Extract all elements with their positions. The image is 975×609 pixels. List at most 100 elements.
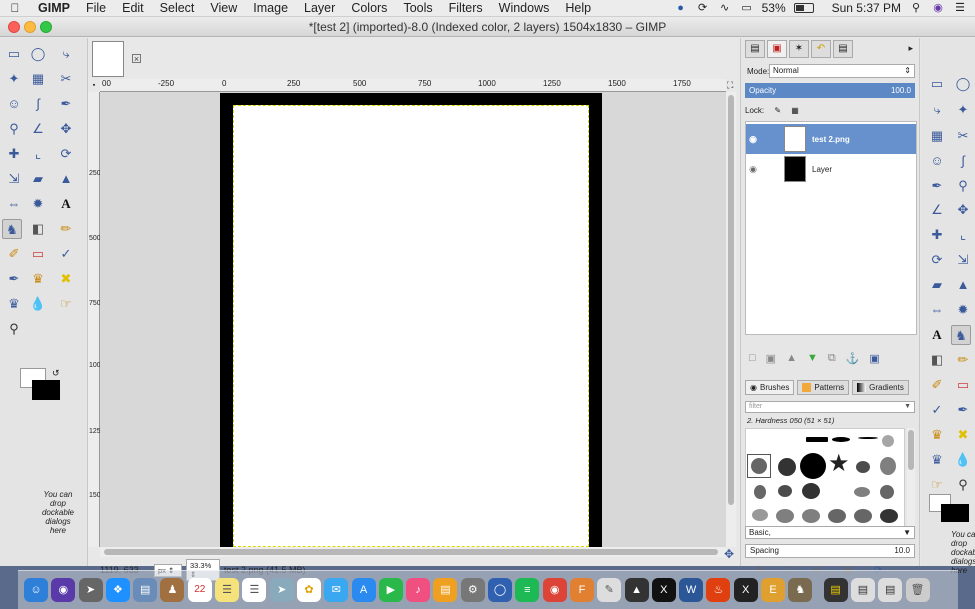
image-canvas[interactable] <box>100 92 726 547</box>
heal-icon[interactable]: ✖ <box>953 425 973 445</box>
paths-tab[interactable]: ✶ <box>789 40 809 58</box>
blur-icon[interactable]: 💧 <box>28 294 48 314</box>
ellipse-select-icon[interactable]: ◯ <box>28 44 48 64</box>
wifi-icon[interactable]: ∿ <box>718 2 732 14</box>
brush-swatch[interactable] <box>880 509 898 523</box>
opacity-slider[interactable]: Opacity 100.0 <box>745 83 915 98</box>
eraser-icon[interactable]: ▭ <box>953 375 973 395</box>
brush-swatch[interactable] <box>858 437 878 439</box>
foreground-select-icon[interactable]: ☺ <box>4 94 24 114</box>
maximize-window-button[interactable] <box>40 21 52 33</box>
dodge-burn-icon[interactable]: ⚲ <box>4 319 24 339</box>
scale-icon[interactable]: ⇲ <box>953 250 973 270</box>
eye-icon[interactable]: ◉ <box>746 164 760 175</box>
rect-select-icon[interactable]: ▭ <box>4 44 24 64</box>
brush-swatch[interactable] <box>880 485 894 499</box>
ink-icon[interactable]: ✒ <box>953 400 973 420</box>
brush-swatch[interactable] <box>856 461 870 473</box>
brush-swatch[interactable] <box>800 453 826 479</box>
apple-icon[interactable]:  <box>0 1 30 15</box>
menu-layer[interactable]: Layer <box>296 1 343 15</box>
textedit-icon[interactable]: ✎ <box>597 578 622 602</box>
ellipse-select-icon[interactable]: ◯ <box>953 74 973 94</box>
lock-alpha-icon[interactable]: ▦ <box>791 106 799 115</box>
cage-transform-icon[interactable]: ✹ <box>953 300 973 320</box>
network-app-icon[interactable]: ◯ <box>488 578 513 602</box>
brush-swatch[interactable] <box>778 485 792 497</box>
maps-icon[interactable]: ➤ <box>269 578 294 602</box>
fuzzy-select-icon[interactable]: ✦ <box>953 100 973 120</box>
finder-icon[interactable]: ☺ <box>24 578 48 602</box>
brush-swatch[interactable] <box>806 437 828 442</box>
tool-options-tab[interactable]: ▤ <box>745 40 765 58</box>
menu-help[interactable]: Help <box>557 1 599 15</box>
horizontal-ruler[interactable]: 00 -250 0 250 500 750 1000 1250 1500 175… <box>100 79 726 92</box>
free-select-icon[interactable]: ⤷ <box>927 100 947 120</box>
measure-icon[interactable]: ∠ <box>28 119 48 139</box>
dodge-burn-icon[interactable]: ⚲ <box>953 475 973 495</box>
rotate-icon[interactable]: ⟳ <box>927 250 947 270</box>
stickies-icon[interactable]: ▤ <box>823 578 848 602</box>
reminders-icon[interactable]: ☰ <box>242 578 267 602</box>
layer-row[interactable]: ◉ test 2.png <box>746 124 916 154</box>
menu-app-name[interactable]: GIMP <box>30 1 78 15</box>
vertical-scrollbar[interactable] <box>726 92 736 547</box>
gimp-icon[interactable]: ♞ <box>788 578 813 602</box>
spotlight-search-icon[interactable]: ⚲ <box>909 2 923 14</box>
crop-icon[interactable]: ⌞ <box>28 144 48 164</box>
app-store-icon[interactable]: A <box>351 578 376 602</box>
perspective-icon[interactable]: ▲ <box>56 169 76 189</box>
notes-icon[interactable]: ☰ <box>215 578 240 602</box>
perspective-clone-icon[interactable]: ♛ <box>4 294 24 314</box>
photos-icon[interactable]: ✿ <box>296 578 321 602</box>
brush-swatch[interactable] <box>880 457 896 475</box>
brush-filter-input[interactable]: filter ▼ <box>745 401 915 413</box>
creative-cloud-icon[interactable]: ● <box>674 2 688 14</box>
spacing-slider[interactable]: Spacing 10.0 <box>745 544 915 558</box>
zoom-fit-icon[interactable]: ⛶ <box>727 80 733 91</box>
shear-icon[interactable]: ▰ <box>927 275 947 295</box>
text-tool-icon[interactable]: A <box>56 194 76 214</box>
menu-filters[interactable]: Filters <box>441 1 491 15</box>
flip-icon[interactable]: ⇔ <box>927 300 947 320</box>
star-brush-icon[interactable]: ★ <box>828 451 850 477</box>
anchor-layer-icon[interactable]: ⚓ <box>846 352 860 365</box>
launchpad-icon[interactable]: ➤ <box>78 578 103 602</box>
duplicate-layer-icon[interactable]: ⧉ <box>828 352 836 365</box>
ink-icon[interactable]: ✒ <box>4 269 24 289</box>
clone-icon[interactable]: ♛ <box>927 425 947 445</box>
delete-layer-icon[interactable]: ▣ <box>869 352 879 365</box>
menu-file[interactable]: File <box>78 1 114 15</box>
safari-icon[interactable]: ❖ <box>105 578 130 602</box>
color-picker-icon[interactable]: ✒ <box>927 176 947 196</box>
shear-icon[interactable]: ▰ <box>28 169 48 189</box>
siri-icon[interactable]: ◉ <box>51 578 76 602</box>
measure-icon[interactable]: ∠ <box>927 200 947 220</box>
siri-icon[interactable]: ◉ <box>931 2 945 14</box>
menu-tools[interactable]: Tools <box>395 1 440 15</box>
select-by-color-icon[interactable]: ▦ <box>927 126 947 146</box>
color-picker-icon[interactable]: ✒ <box>56 94 76 114</box>
scissors-select-icon[interactable]: ✂ <box>953 126 973 146</box>
brush-swatch[interactable] <box>832 437 850 442</box>
paths-icon[interactable]: ∫ <box>28 94 48 114</box>
brush-swatch[interactable] <box>802 509 820 523</box>
scissors-select-icon[interactable]: ✂ <box>56 69 76 89</box>
foreground-select-icon[interactable]: ☺ <box>927 151 947 171</box>
zoom-icon[interactable]: ⚲ <box>4 119 24 139</box>
brush-swatch[interactable] <box>751 458 767 474</box>
pencil-icon[interactable]: ✏ <box>56 219 76 239</box>
calendar-icon[interactable]: 22 <box>187 578 212 602</box>
zoom-icon[interactable]: ⚲ <box>953 176 973 196</box>
pencil-icon[interactable]: ✏ <box>953 350 973 370</box>
free-select-icon[interactable]: ⤷ <box>56 44 76 64</box>
spotify-icon[interactable]: ≡ <box>515 578 540 602</box>
notification-center-icon[interactable]: ☰ <box>953 2 967 14</box>
menubar-clock[interactable]: Sun 5:37 PM <box>832 1 901 15</box>
paintbrush-icon[interactable]: ✐ <box>4 244 24 264</box>
battery-icon[interactable] <box>793 3 814 13</box>
background-color-swatch[interactable] <box>32 380 60 400</box>
layers-tab[interactable]: ▣ <box>767 40 787 58</box>
text-tool-icon[interactable]: A <box>927 325 947 345</box>
quick-mask-icon[interactable]: ▪ <box>89 80 99 91</box>
